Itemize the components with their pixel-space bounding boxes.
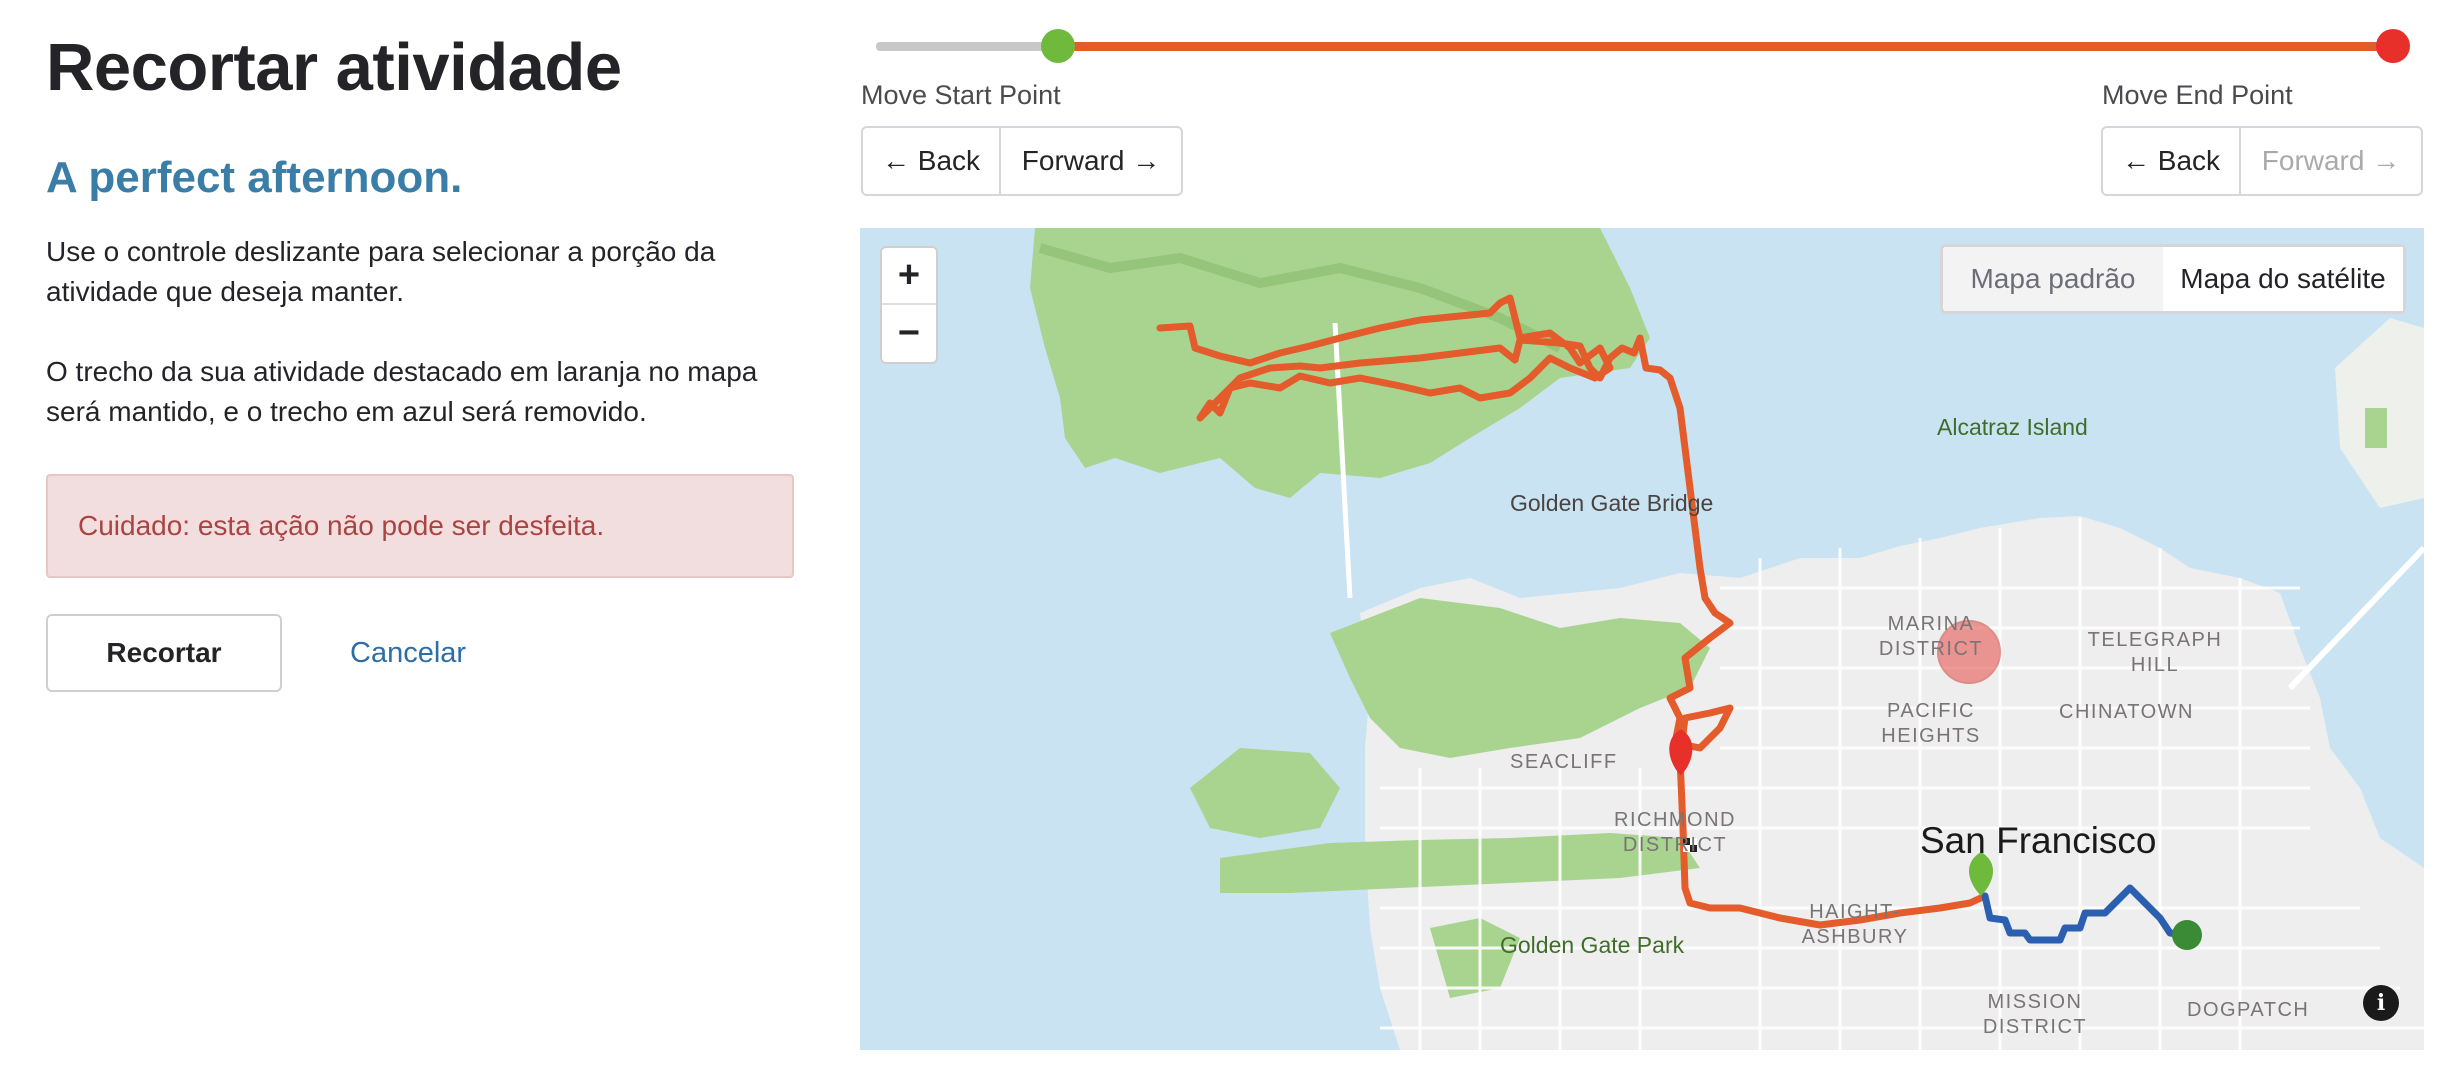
bay-bridge — [2287, 545, 2424, 691]
move-start-label: Move Start Point — [861, 80, 1061, 110]
move-end-label: Move End Point — [2102, 80, 2293, 110]
label-golden-gate-bridge: Golden Gate Bridge — [1510, 490, 1714, 516]
route-map[interactable]: Alcatraz Island Golden Gate Bridge MARIN… — [860, 228, 2424, 1050]
label-telegraph-hill: TELEGRAPH HILL — [2087, 629, 2223, 676]
end-handle[interactable] — [2376, 29, 2410, 63]
instructions-text: Use o controle deslizante para seleciona… — [46, 236, 716, 307]
page-title: Recortar atividade — [46, 30, 622, 105]
label-dogpatch: DOGPATCH — [2187, 999, 2310, 1021]
label-richmond-district: RICHMOND DISTRICT — [1614, 809, 1736, 856]
action-row: Recortar Cancelar — [46, 614, 796, 692]
activity-title: A perfect afternoon. — [46, 153, 463, 202]
satellite-map-button[interactable]: Mapa do satélite — [2163, 247, 2403, 311]
label-haight-ashbury: HAIGHT- ASHBURY — [1801, 901, 1909, 948]
zoom-in-button[interactable]: + — [882, 248, 936, 305]
map-type-toggle: Mapa padrão Mapa do satélite — [1940, 244, 2406, 314]
lincoln-park — [1190, 748, 1340, 838]
start-handle[interactable] — [1041, 29, 1075, 63]
label-alcatraz: Alcatraz Island — [1937, 414, 2088, 440]
start-back-button[interactable]: ← Back — [861, 126, 1001, 196]
end-back-button[interactable]: ← Back — [2101, 126, 2241, 196]
crop-panel: Recortar atividade A perfect afternoon. … — [46, 28, 796, 692]
end-forward-button[interactable]: Forward → — [2239, 126, 2423, 196]
legend-text: O trecho da sua atividade destacado em l… — [46, 356, 758, 427]
start-forward-button[interactable]: Forward → — [999, 126, 1183, 196]
sf-land — [1360, 516, 2424, 1050]
label-seacliff: SEACLIFF — [1510, 751, 1618, 773]
island-park — [2365, 408, 2387, 448]
kept-track — [1058, 42, 2393, 51]
removed-track — [876, 42, 1058, 51]
cancel-link[interactable]: Cancelar — [350, 637, 466, 670]
label-mission-district: MISSION DISTRICT — [1982, 991, 2088, 1038]
label-chinatown: CHINATOWN — [2059, 701, 2194, 723]
standard-map-button[interactable]: Mapa padrão — [1943, 247, 2163, 311]
end-point-buttons: ← Back Forward → — [2101, 126, 2423, 196]
crop-button[interactable]: Recortar — [46, 614, 282, 692]
start-point-buttons: ← Back Forward → — [861, 126, 1183, 196]
crop-range-slider[interactable] — [876, 26, 2410, 66]
warning-text: Cuidado: esta ação não pode ser desfeita… — [78, 510, 605, 541]
zoom-out-button[interactable]: − — [882, 305, 936, 362]
original-start-dot — [2172, 920, 2202, 950]
label-pacific-heights: PACIFIC HEIGHTS — [1881, 700, 1981, 747]
label-san-francisco: San Francisco — [1920, 820, 2157, 861]
label-golden-gate-park: Golden Gate Park — [1500, 932, 1685, 958]
zoom-control: + − — [880, 246, 938, 364]
info-icon[interactable]: i — [2363, 985, 2399, 1021]
warning-alert: Cuidado: esta ação não pode ser desfeita… — [46, 474, 794, 578]
label-marina-district: MARINA DISTRICT — [1878, 613, 1984, 660]
